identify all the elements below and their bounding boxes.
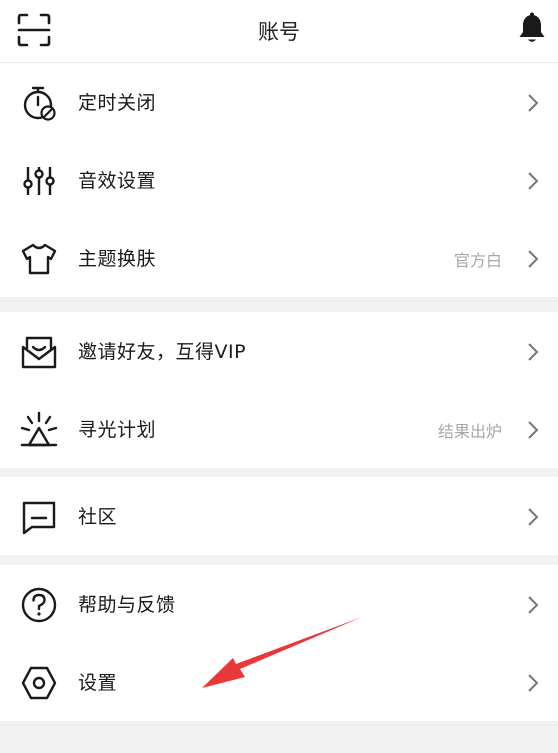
- menu-item-timer-off[interactable]: 定时关闭: [0, 63, 558, 141]
- bell-icon[interactable]: [516, 12, 548, 46]
- menu-item-theme[interactable]: 主题换肤 官方白: [0, 219, 558, 297]
- menu-item-label: 主题换肤: [78, 248, 157, 270]
- menu-item-label: 社区: [78, 506, 118, 528]
- menu-group-1: 定时关闭 音效设置 主题换肤 官方白: [0, 63, 558, 297]
- menu-item-settings[interactable]: 设置: [0, 643, 558, 721]
- chevron-right-icon: [528, 94, 539, 112]
- menu-item-label: 邀请好友，互得VIP: [78, 341, 247, 363]
- chevron-right-icon: [528, 508, 539, 526]
- top-bar: 账号: [0, 0, 558, 63]
- page-title: 账号: [258, 20, 300, 44]
- theme-value: 官方白: [453, 251, 502, 270]
- menu-item-label: 音效设置: [78, 170, 157, 192]
- menu-item-sound-settings[interactable]: 音效设置: [0, 141, 558, 219]
- menu-item-label: 寻光计划: [78, 419, 157, 441]
- menu-item-invite-friends[interactable]: 邀请好友，互得VIP: [0, 312, 558, 390]
- menu-item-community[interactable]: 社区: [0, 477, 558, 555]
- chevron-right-icon: [528, 172, 539, 190]
- menu-item-light-plan[interactable]: 寻光计划 结果出炉: [0, 390, 558, 468]
- equalizer-icon: [23, 167, 55, 195]
- chevron-right-icon: [528, 250, 539, 268]
- menu-group-4: 帮助与反馈 设置: [0, 565, 558, 721]
- chat-bubble-icon: [22, 501, 56, 535]
- menu-item-label: 帮助与反馈: [78, 594, 176, 616]
- light-beam-icon: [20, 411, 58, 447]
- chevron-right-icon: [528, 674, 539, 692]
- menu-item-label: 设置: [78, 672, 118, 694]
- settings-hexagon-icon: [21, 666, 57, 700]
- light-plan-value: 结果出炉: [437, 422, 502, 441]
- tshirt-icon: [21, 243, 57, 275]
- envelope-invite-icon: [21, 336, 57, 369]
- timer-off-icon: [23, 86, 56, 121]
- menu-item-help-feedback[interactable]: 帮助与反馈: [0, 565, 558, 643]
- chevron-right-icon: [528, 343, 539, 361]
- menu-group-3: 社区: [0, 477, 558, 555]
- menu-item-label: 定时关闭: [78, 92, 157, 114]
- chevron-right-icon: [528, 596, 539, 614]
- menu-group-2: 邀请好友，互得VIP 寻光计划 结果出炉: [0, 312, 558, 468]
- chevron-right-icon: [528, 421, 539, 439]
- help-circle-icon: [21, 587, 57, 623]
